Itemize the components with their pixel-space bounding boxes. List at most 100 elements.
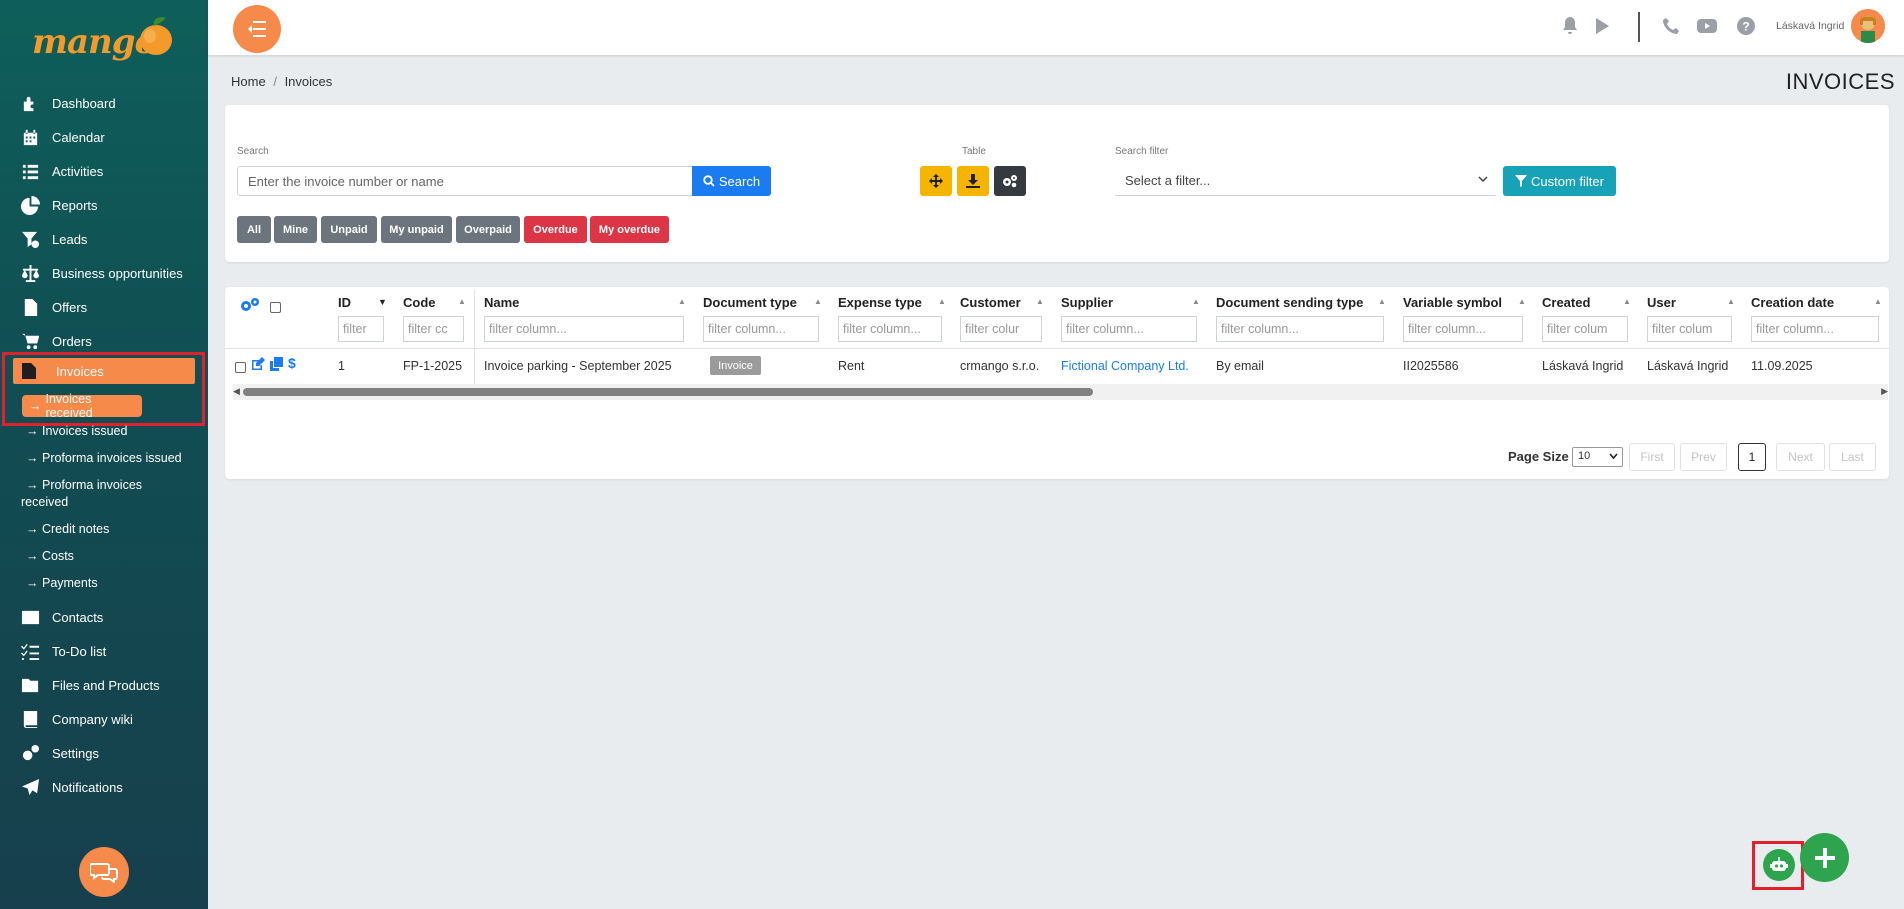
search-input[interactable] [237, 166, 693, 196]
sidebar-item-contacts[interactable]: Contacts [0, 600, 208, 634]
sidebar-subitem-payments[interactable]: → Payments [26, 576, 98, 590]
youtube-icon[interactable] [1697, 16, 1717, 36]
row-checkbox[interactable] [235, 362, 246, 373]
sidebar-subitem-label-line2[interactable]: received [21, 495, 68, 509]
sort-icon[interactable]: ▲ [1518, 297, 1526, 306]
sidebar-item-activities[interactable]: Activities [0, 154, 208, 188]
download-button[interactable] [957, 166, 989, 196]
filter-input-supplier[interactable]: filter column... [1061, 316, 1197, 342]
play-icon[interactable] [1592, 16, 1612, 36]
filter-input-user[interactable]: filter colum [1647, 316, 1732, 342]
column-header-document-type[interactable]: Document type [703, 295, 797, 310]
quick-filter-my-unpaid[interactable]: My unpaid [381, 216, 452, 243]
phone-icon[interactable] [1661, 16, 1681, 36]
filter-input-variable-symbol[interactable]: filter column... [1403, 316, 1523, 342]
sort-icon[interactable]: ▲ [678, 297, 686, 306]
column-header-customer[interactable]: Customer [960, 295, 1021, 310]
column-header-supplier[interactable]: Supplier [1061, 295, 1113, 310]
quick-filter-overdue[interactable]: Overdue [524, 216, 587, 243]
filter-input-code[interactable]: filter cc [403, 316, 464, 342]
table-settings-button[interactable] [994, 166, 1026, 196]
sidebar-subitem-costs[interactable]: → Costs [26, 549, 74, 563]
breadcrumb-home[interactable]: Home [231, 74, 266, 89]
payment-dollar-icon[interactable]: $ [288, 355, 296, 371]
sort-icon[interactable]: ▲ [1192, 297, 1200, 306]
quick-filter-unpaid[interactable]: Unpaid [321, 216, 377, 243]
sidebar-subitem-credit-notes[interactable]: → Credit notes [26, 522, 109, 536]
quick-filter-mine[interactable]: Mine [274, 216, 317, 243]
help-icon[interactable]: ? [1736, 16, 1756, 36]
sort-icon[interactable]: ▲ [1874, 297, 1882, 306]
chat-button[interactable] [79, 847, 129, 897]
scroll-right-icon[interactable]: ▶ [1881, 386, 1888, 397]
current-page-button[interactable]: 1 [1738, 443, 1766, 471]
edit-icon[interactable] [251, 357, 265, 371]
sidebar-item-company-wiki[interactable]: Company wiki [0, 702, 208, 736]
menu-toggle-button[interactable] [233, 5, 281, 53]
column-header-creation-date[interactable]: Creation date [1751, 295, 1834, 310]
select-all-checkbox[interactable] [270, 302, 281, 313]
quick-filter-my-overdue[interactable]: My overdue [590, 216, 669, 243]
horizontal-scrollbar[interactable]: ◀ ▶ [233, 384, 1888, 400]
sidebar-subitem-proforma-invoices-issued[interactable]: → Proforma invoices issued [26, 451, 182, 465]
filter-input-creation-date[interactable]: filter column... [1751, 316, 1879, 342]
column-header-id[interactable]: ID [338, 295, 351, 310]
filter-input-customer[interactable]: filter colur [960, 316, 1042, 342]
quick-filter-overpaid[interactable]: Overpaid [456, 216, 520, 243]
scrollbar-thumb[interactable] [243, 388, 1093, 396]
user-name[interactable]: Láskavá Ingrid [1776, 20, 1844, 32]
filter-input-document-type[interactable]: filter column... [703, 316, 819, 342]
sidebar-item-todo-list[interactable]: To-Do list [0, 634, 208, 668]
column-header-created[interactable]: Created [1542, 295, 1590, 310]
custom-filter-button[interactable]: Custom filter [1503, 166, 1616, 196]
gears-icon[interactable] [240, 297, 260, 313]
sort-icon[interactable]: ▲ [814, 297, 822, 306]
copy-icon[interactable] [270, 357, 283, 371]
first-page-button[interactable]: First [1629, 443, 1675, 471]
add-new-button[interactable] [1800, 833, 1849, 882]
supplier-link[interactable]: Fictional Company Ltd. [1061, 359, 1189, 373]
sidebar-item-settings[interactable]: Settings [0, 736, 208, 770]
filter-input-name[interactable]: filter column... [484, 316, 684, 342]
sort-icon[interactable]: ▲ [1036, 297, 1044, 306]
last-page-button[interactable]: Last [1829, 443, 1876, 471]
sort-icon[interactable]: ▲ [1727, 297, 1735, 306]
column-header-name[interactable]: Name [484, 295, 519, 310]
move-columns-button[interactable] [920, 166, 952, 196]
sort-icon[interactable]: ▲ [1623, 297, 1631, 306]
sidebar-item-offers[interactable]: Offers [0, 290, 208, 324]
sidebar-subitem-proforma-invoices-received[interactable]: → Proforma invoices [26, 478, 142, 492]
prev-page-button[interactable]: Prev [1680, 443, 1727, 471]
column-header-document-sending-type[interactable]: Document sending type [1216, 295, 1363, 310]
quick-filter-all[interactable]: All [237, 216, 271, 243]
filter-input-expense-type[interactable]: filter column... [838, 316, 942, 342]
app-logo[interactable]: mango [32, 10, 182, 66]
bell-icon[interactable] [1560, 16, 1580, 36]
sidebar-item-files-and-products[interactable]: Files and Products [0, 668, 208, 702]
search-filter-select[interactable]: Select a filter... [1115, 166, 1496, 196]
sidebar-item-calendar[interactable]: Calendar [0, 120, 208, 154]
sidebar-item-business-opportunities[interactable]: Business opportunities [0, 256, 208, 290]
avatar[interactable] [1851, 9, 1885, 43]
sort-desc-icon[interactable]: ▼ [378, 297, 387, 307]
sidebar-subitem-invoices-received[interactable]: → Invoices received [22, 392, 142, 420]
filter-input-created[interactable]: filter colum [1542, 316, 1628, 342]
column-header-variable-symbol[interactable]: Variable symbol [1403, 295, 1502, 310]
search-button[interactable]: Search [692, 166, 771, 196]
sidebar-item-leads[interactable]: Leads [0, 222, 208, 256]
filter-input-document-sending-type[interactable]: filter column... [1216, 316, 1384, 342]
sort-icon[interactable]: ▲ [1378, 297, 1386, 306]
sidebar-item-reports[interactable]: Reports [0, 188, 208, 222]
sort-icon[interactable]: ▲ [938, 297, 946, 306]
column-header-code[interactable]: Code [403, 295, 436, 310]
sidebar-item-notifications[interactable]: Notifications [0, 770, 208, 804]
column-header-expense-type[interactable]: Expense type [838, 295, 922, 310]
next-page-button[interactable]: Next [1776, 443, 1825, 471]
sort-icon[interactable]: ▲ [458, 297, 466, 306]
page-size-select[interactable]: 10 [1572, 447, 1623, 467]
column-header-user[interactable]: User [1647, 295, 1676, 310]
scroll-left-icon[interactable]: ◀ [233, 386, 240, 397]
sidebar-item-dashboard[interactable]: Dashboard [0, 86, 208, 120]
sidebar-subitem-invoices-issued[interactable]: → Invoices issued [26, 424, 127, 438]
filter-input-id[interactable]: filter [338, 316, 384, 342]
